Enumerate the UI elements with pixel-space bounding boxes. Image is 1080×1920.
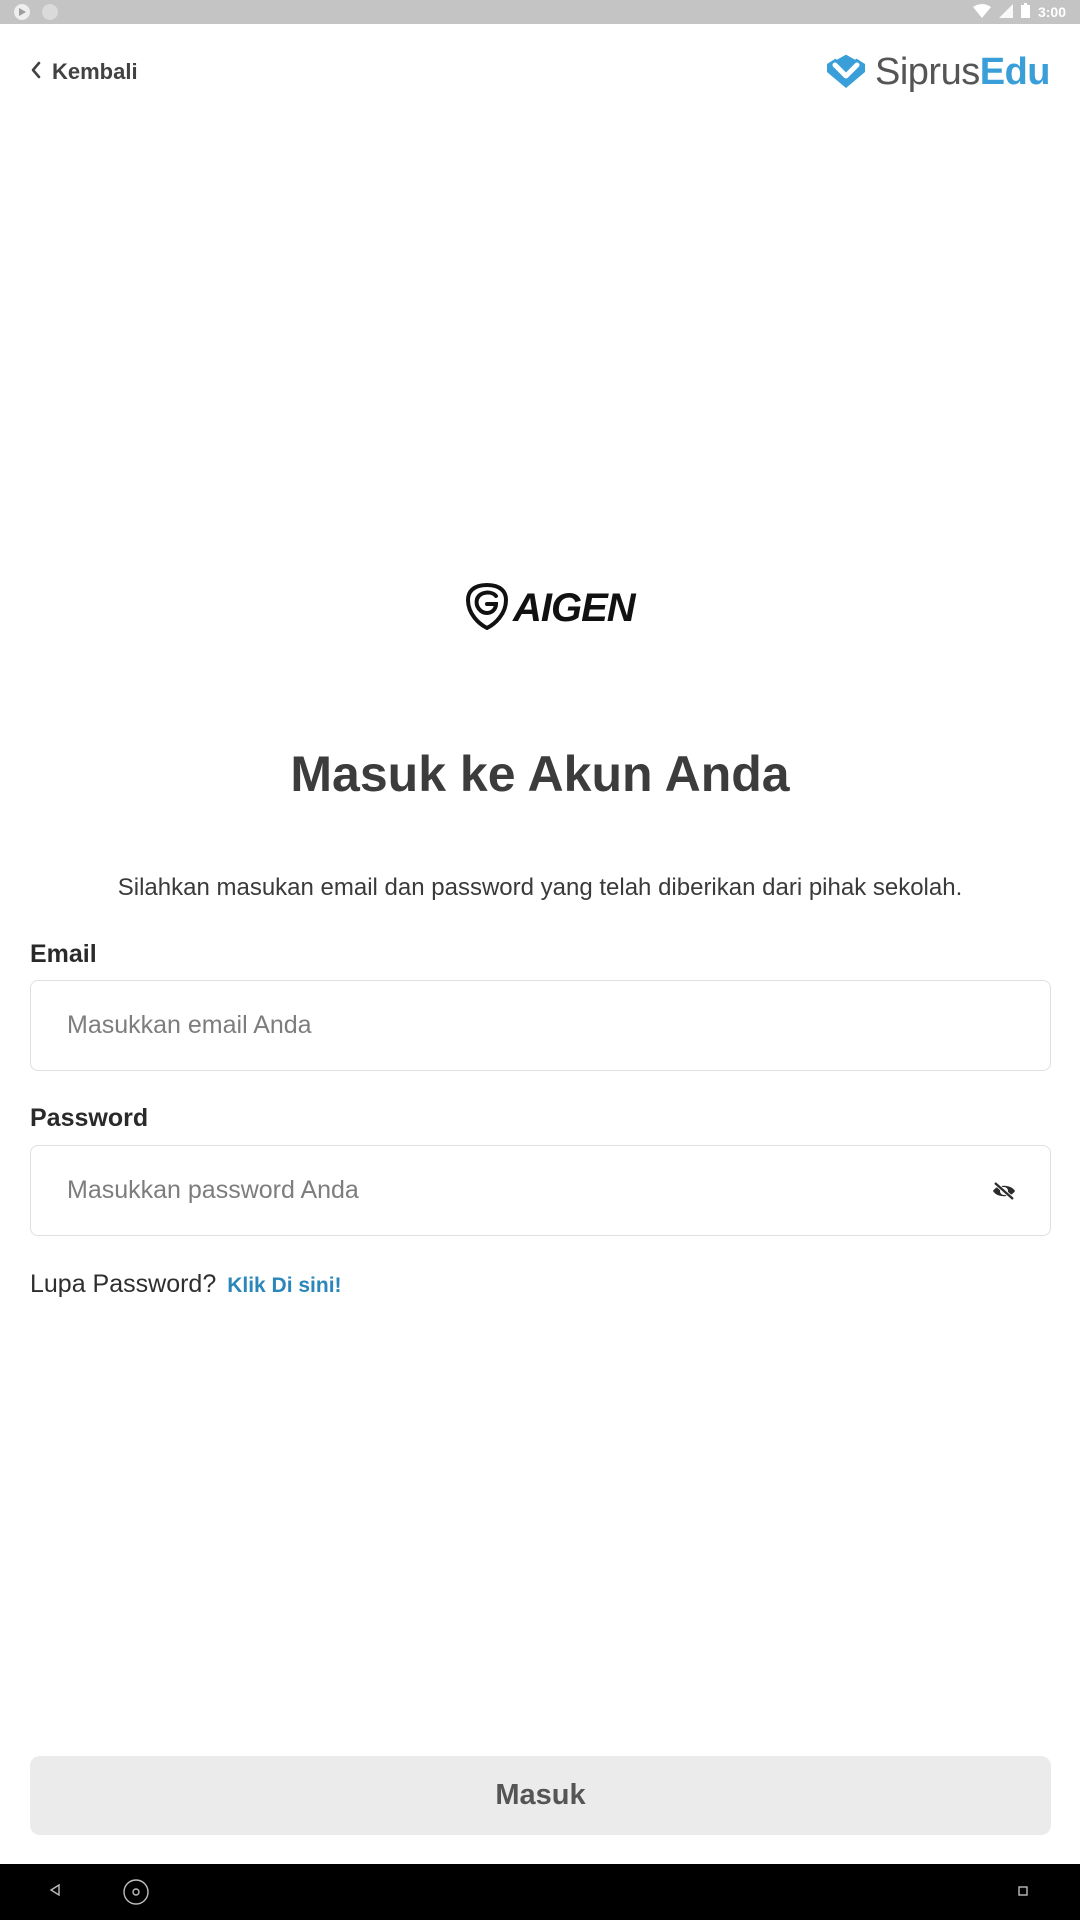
back-nav-icon[interactable]: [48, 1882, 62, 1898]
forgot-password-link[interactable]: Klik Di sini!: [227, 1274, 341, 1297]
forgot-password-row: Lupa Password? Klik Di sini!: [30, 1270, 342, 1299]
email-field-container: [30, 980, 1051, 1071]
home-nav-icon[interactable]: [122, 1878, 150, 1906]
recents-nav-icon[interactable]: [1017, 1885, 1029, 1897]
aigen-logo: AIGEN: [465, 582, 636, 635]
email-label: Email: [30, 940, 97, 968]
aigen-emblem-icon: [465, 582, 509, 635]
top-bar: Kembali SiprusEdu: [0, 24, 1080, 120]
aigen-wordmark: AIGEN: [513, 586, 636, 630]
siprusedu-logo: SiprusEdu: [825, 50, 1051, 95]
notification-dot-icon: [42, 4, 58, 20]
forgot-password-text: Lupa Password?: [30, 1270, 217, 1298]
login-button[interactable]: Masuk: [30, 1756, 1051, 1835]
status-time: 3:00: [1037, 4, 1066, 20]
status-bar: 3:00: [0, 0, 1080, 24]
play-store-icon: [14, 4, 30, 20]
back-label: Kembali: [52, 59, 138, 84]
signal-icon: [998, 3, 1013, 21]
battery-icon: [1020, 3, 1030, 21]
brand-name-part2: Edu: [979, 50, 1051, 93]
email-field[interactable]: [65, 1010, 1016, 1041]
password-field[interactable]: [65, 1175, 992, 1206]
system-nav-bar: [0, 1864, 1080, 1920]
chevron-left-icon: [30, 59, 42, 85]
wifi-icon: [972, 3, 991, 21]
page-subtitle: Silahkan masukan email dan password yang…: [117, 874, 963, 901]
password-label: Password: [30, 1104, 149, 1132]
page-title: Masuk ke Akun Anda: [290, 746, 790, 802]
brand-name-part1: Siprus: [875, 50, 980, 93]
back-button[interactable]: Kembali: [30, 59, 138, 85]
siprusedu-emblem-icon: [825, 50, 867, 95]
eye-off-icon[interactable]: [992, 1181, 1016, 1201]
password-field-container: [30, 1145, 1051, 1236]
